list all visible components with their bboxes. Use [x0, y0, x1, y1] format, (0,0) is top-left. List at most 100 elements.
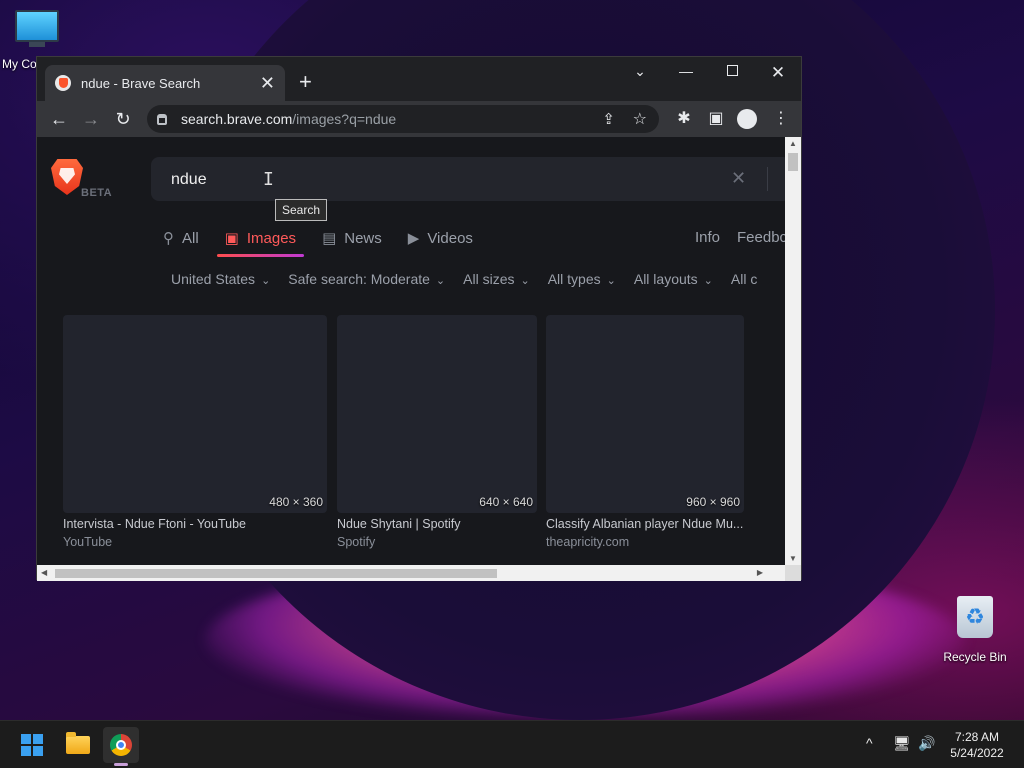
browser-menu-icon[interactable]: ⋮ [770, 108, 792, 128]
tab-label: News [344, 229, 382, 247]
recycle-bin-icon [957, 596, 993, 638]
filter-safe-search-dropdown[interactable]: Safe search: Moderate ⌄ [288, 271, 445, 287]
result-source[interactable]: theapricity.com [546, 535, 744, 549]
image-thumbnail[interactable]: 960 × 960 [546, 315, 744, 513]
chevron-down-icon: ⌄ [520, 275, 530, 287]
minimize-button[interactable]: — [671, 63, 701, 79]
filter-type-dropdown[interactable]: All types ⌄ [548, 271, 616, 287]
close-window-button[interactable]: ✕ [763, 63, 793, 83]
system-clock[interactable]: 7:28 AM 5/24/2022 [944, 729, 1010, 761]
search-input[interactable]: ndue I ✕ [151, 157, 785, 201]
file-explorer-button[interactable] [60, 727, 96, 763]
bookmark-star-icon[interactable]: ☆ [633, 109, 647, 129]
vertical-scroll-thumb[interactable] [788, 153, 798, 171]
folder-icon [66, 732, 90, 754]
back-button[interactable]: ← [43, 109, 75, 130]
tray-overflow-chevron-icon[interactable]: ^ [866, 735, 873, 751]
side-panel-icon[interactable]: ▣ [705, 108, 727, 128]
scroll-left-arrow-icon[interactable]: ◀ [41, 568, 47, 577]
filter-label: All types [547, 271, 601, 287]
image-result-card[interactable]: 480 × 360 Intervista - Ndue Ftoni - YouT… [63, 315, 327, 549]
result-source[interactable]: YouTube [63, 535, 327, 549]
brave-favicon-icon [55, 75, 71, 91]
tab-title: ndue - Brave Search [81, 75, 201, 91]
filter-color-dropdown[interactable]: All c [731, 271, 757, 287]
running-app-indicator [114, 763, 128, 766]
browser-tab[interactable]: ndue - Brave Search ✕ [45, 65, 285, 101]
clock-time: 7:28 AM [954, 730, 1000, 744]
filter-label: All layouts [633, 271, 698, 287]
scroll-right-arrow-icon[interactable]: ▶ [757, 568, 763, 577]
result-title[interactable]: Classify Albanian player Ndue Mu... [546, 517, 744, 531]
chrome-taskbar-button[interactable] [103, 727, 139, 763]
maximize-button[interactable] [717, 63, 747, 79]
browser-window: ndue - Brave Search ✕ + ⌄ — ✕ ← → ↻ sear… [36, 56, 802, 581]
search-tooltip: Search [275, 199, 328, 221]
filter-size-dropdown[interactable]: All sizes ⌄ [463, 271, 530, 287]
monitor-stand [29, 42, 45, 47]
image-result-card[interactable]: 640 × 640 Ndue Shytani | Spotify Spotify [337, 315, 537, 549]
vertical-scrollbar[interactable]: ▲ ▼ [785, 137, 801, 565]
reload-button[interactable]: ↻ [107, 109, 139, 130]
profile-avatar-icon[interactable] [737, 109, 757, 129]
tab-label: Videos [427, 229, 473, 247]
tab-news[interactable]: ▤ News [322, 229, 382, 248]
lock-icon[interactable] [157, 113, 167, 125]
tab-videos[interactable]: ▶ Videos [407, 229, 473, 248]
filter-label: All sizes [463, 271, 515, 287]
tab-search-chevron-icon[interactable]: ⌄ [625, 63, 655, 80]
search-divider [767, 167, 768, 191]
filter-label: United States [171, 271, 256, 287]
image-dimensions: 960 × 960 [686, 495, 740, 509]
browser-toolbar: ← → ↻ search.brave.com/images?q=ndue ⇪ ☆… [37, 101, 801, 137]
share-icon[interactable]: ⇪ [602, 110, 615, 128]
horizontal-scroll-thumb[interactable] [55, 569, 497, 578]
volume-icon[interactable]: 🔊 [918, 735, 935, 752]
clear-search-icon[interactable]: ✕ [731, 168, 746, 189]
scroll-up-arrow-icon[interactable]: ▲ [789, 139, 797, 148]
tab-label: Images [246, 229, 297, 247]
beta-badge: BETA [81, 187, 113, 199]
feedback-link[interactable]: Feedbc [737, 229, 785, 246]
horizontal-scrollbar[interactable]: ◀ ▶ [37, 565, 785, 581]
start-button[interactable] [14, 727, 50, 763]
image-thumbnail[interactable]: 640 × 640 [337, 315, 537, 513]
scrollbar-corner [785, 565, 801, 581]
search-results-page: BETA ndue I ✕ Search ⚲ All ▣ Images ▤ Ne… [37, 137, 785, 565]
tab-label: All [182, 229, 199, 247]
info-link[interactable]: Info [695, 229, 720, 246]
filter-layout-dropdown[interactable]: All layouts ⌄ [634, 271, 713, 287]
result-source[interactable]: Spotify [337, 535, 537, 549]
search-type-tabs: ⚲ All ▣ Images ▤ News ▶ Videos [163, 229, 473, 257]
image-thumbnail[interactable]: 480 × 360 [63, 315, 327, 513]
new-tab-button[interactable]: + [299, 71, 312, 93]
monitor-icon [15, 10, 59, 42]
windows-logo-icon [21, 734, 43, 756]
scroll-down-arrow-icon[interactable]: ▼ [789, 554, 797, 563]
filter-bar: United States ⌄ Safe search: Moderate ⌄ Al… [171, 271, 757, 287]
tab-all[interactable]: ⚲ All [163, 229, 199, 248]
filter-region-dropdown[interactable]: United States ⌄ [171, 271, 270, 287]
text-cursor-icon: I [263, 169, 274, 190]
news-icon: ▤ [322, 230, 337, 247]
search-query[interactable]: ndue [171, 171, 207, 189]
result-title[interactable]: Ndue Shytani | Spotify [337, 517, 537, 531]
forward-button[interactable]: → [75, 109, 107, 130]
clock-date: 5/24/2022 [950, 746, 1004, 760]
filter-label: Safe search: Moderate [288, 271, 430, 287]
image-result-card[interactable]: 960 × 960 Classify Albanian player Ndue … [546, 315, 744, 549]
result-title[interactable]: Intervista - Ndue Ftoni - YouTube [63, 517, 327, 531]
chevron-down-icon: ⌄ [703, 275, 713, 287]
url-host: search.brave.com [181, 111, 293, 127]
network-icon[interactable]: 🖥 [893, 735, 911, 752]
tab-strip: ndue - Brave Search ✕ + ⌄ — ✕ [37, 57, 801, 101]
close-tab-icon[interactable]: ✕ [260, 74, 275, 92]
desktop-icon-recycle-bin[interactable]: Recycle Bin [940, 596, 1010, 664]
taskbar: ^ 🖥 🔊 7:28 AM 5/24/2022 [0, 720, 1024, 768]
extensions-icon[interactable]: ✱ [673, 108, 695, 128]
address-bar[interactable]: search.brave.com/images?q=ndue ⇪ ☆ [147, 105, 659, 133]
search-icon: ⚲ [163, 230, 174, 247]
video-icon: ▶ [407, 230, 420, 247]
brave-logo-icon[interactable] [51, 159, 83, 195]
tab-images[interactable]: ▣ Images [216, 229, 305, 257]
